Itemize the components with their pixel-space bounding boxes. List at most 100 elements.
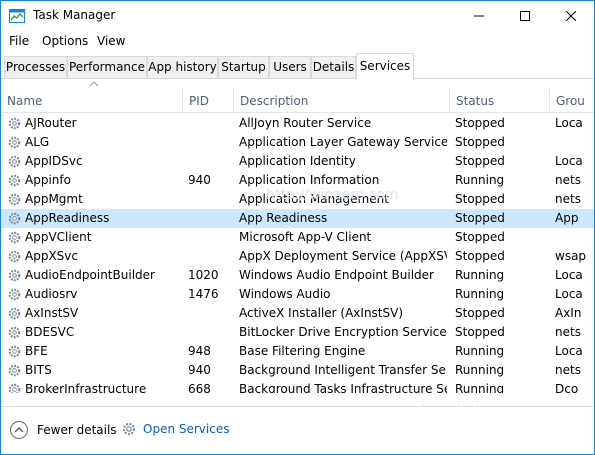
service-gear-icon — [8, 193, 21, 206]
table-row[interactable]: AppIDSvc Application Identity Stopped Loca — [1, 152, 594, 171]
service-gear-icon — [8, 269, 21, 282]
service-name: Audiosrv — [25, 287, 78, 301]
service-status: Stopped — [455, 192, 505, 206]
menu-options[interactable]: Options — [42, 34, 88, 48]
tab-users[interactable]: Users — [269, 56, 311, 79]
service-description: Base Filtering Engine — [239, 344, 366, 358]
table-row[interactable]: AJRouter AllJoyn Router Service Stopped Loc… — [1, 114, 594, 133]
table-row[interactable]: AxInstSV ActiveX Installer (AxInstSV) Stop… — [1, 304, 594, 323]
service-status: Stopped — [455, 116, 505, 130]
minimize-icon — [474, 15, 484, 17]
service-status: Stopped — [455, 306, 505, 320]
collapse-chevron-icon — [10, 421, 28, 439]
table-row[interactable]: ALG Application Layer Gateway Service Stop… — [1, 133, 594, 152]
service-status: Stopped — [455, 135, 505, 149]
service-status: Stopped — [455, 211, 505, 225]
service-gear-icon — [8, 212, 21, 225]
service-gear-icon — [8, 288, 21, 301]
service-gear-icon — [8, 174, 21, 187]
tab-services[interactable]: Services — [356, 53, 414, 80]
service-description: BitLocker Drive Encryption Service — [239, 325, 447, 339]
service-status: Running — [455, 287, 505, 301]
tab-processes[interactable]: Processes — [4, 56, 67, 79]
service-gear-icon — [8, 250, 21, 263]
tab-app-history[interactable]: App history — [147, 56, 218, 79]
minimize-button[interactable] — [456, 1, 502, 31]
service-name: AppReadiness — [25, 211, 110, 225]
service-pid — [188, 114, 232, 133]
tab-startup[interactable]: Startup — [218, 56, 269, 79]
service-status: Stopped — [455, 230, 505, 244]
service-group: Loca — [555, 154, 583, 168]
service-description: Windows Audio Endpoint Builder — [239, 268, 434, 282]
service-name: AppMgmt — [25, 192, 83, 206]
service-status: Running — [455, 173, 505, 187]
service-group: Loca — [555, 344, 583, 358]
menu-view[interactable]: View — [97, 34, 125, 48]
tab-performance[interactable]: Performance — [67, 56, 147, 79]
table-row[interactable]: AudioEndpointBuilder 1020 Windows Audio En… — [1, 266, 594, 285]
sort-ascending-icon — [89, 81, 99, 87]
service-status: Stopped — [455, 325, 505, 339]
table-row[interactable]: Audiosrv 1476 Windows Audio Running Loca — [1, 285, 594, 304]
column-description[interactable]: Description — [233, 89, 449, 113]
maximize-icon — [520, 11, 530, 21]
open-services-label: Open Services — [143, 422, 230, 436]
close-button[interactable] — [548, 1, 594, 31]
table-row[interactable]: BFE 948 Base Filtering Engine Running Loca — [1, 342, 594, 361]
window-title: Task Manager — [33, 8, 116, 22]
service-pid: 1476 — [188, 287, 219, 301]
service-description: Background Intelligent Transfer Servi... — [239, 363, 447, 377]
service-name: Appinfo — [25, 173, 71, 187]
service-gear-icon — [8, 117, 21, 130]
service-description: AppX Deployment Service (AppXSVC) — [239, 249, 447, 263]
column-group[interactable]: Grou — [549, 89, 594, 113]
column-pid[interactable]: PID — [182, 89, 233, 113]
service-pid — [188, 133, 232, 152]
service-gear-icon — [8, 155, 21, 168]
table-row[interactable]: AppXSvc AppX Deployment Service (AppXSVC)… — [1, 247, 594, 266]
service-pid: 948 — [188, 344, 211, 358]
services-gear-icon — [122, 422, 136, 436]
table-row[interactable]: BITS 940 Background Intelligent Transfer S… — [1, 361, 594, 380]
services-table: Name PID Description Status Grou AJRoute… — [1, 79, 594, 399]
service-description: Application Information — [239, 173, 380, 187]
service-description: Microsoft App-V Client — [239, 230, 372, 244]
column-name[interactable]: Name — [1, 89, 182, 113]
table-row[interactable]: AppReadiness App Readiness Stopped App — [1, 209, 594, 228]
service-name: BFE — [25, 344, 48, 358]
service-group: Loca — [555, 287, 583, 301]
service-name: AppVClient — [25, 230, 92, 244]
service-gear-icon — [8, 136, 21, 149]
table-row[interactable]: Appinfo 940 Application Information Running… — [1, 171, 594, 190]
menu-file[interactable]: File — [9, 34, 29, 48]
column-status[interactable]: Status — [449, 89, 549, 113]
service-status: Stopped — [455, 249, 505, 263]
service-group: nets — [555, 192, 581, 206]
fewer-details-label: Fewer details — [37, 423, 117, 437]
horizontal-scrollbar[interactable] — [1, 393, 594, 405]
service-status: Stopped — [455, 154, 505, 168]
service-gear-icon — [8, 307, 21, 320]
fewer-details-button[interactable]: Fewer details — [10, 421, 117, 439]
service-status: Running — [455, 344, 505, 358]
table-row[interactable]: AppMgmt Application Management Stopped nets — [1, 190, 594, 209]
service-name: AudioEndpointBuilder — [25, 268, 155, 282]
service-description: AllJoyn Router Service — [239, 116, 372, 130]
service-group — [555, 228, 594, 247]
table-row[interactable]: AppVClient Microsoft App-V Client Stopped — [1, 228, 594, 247]
menu-bar: File Options View — [1, 32, 594, 52]
service-group: wsap — [555, 249, 587, 263]
tab-details[interactable]: Details — [311, 56, 356, 79]
service-pid — [188, 209, 232, 228]
service-name: AxInstSV — [25, 306, 79, 320]
tab-strip: Processes Performance App history Startu… — [1, 53, 594, 80]
maximize-button[interactable] — [502, 1, 548, 31]
service-group — [555, 133, 594, 152]
service-status: Running — [455, 268, 505, 282]
title-bar[interactable]: Task Manager — [1, 1, 594, 31]
service-pid: 940 — [188, 363, 211, 377]
service-pid — [188, 190, 232, 209]
table-row[interactable]: BDESVC BitLocker Drive Encryption Service… — [1, 323, 594, 342]
open-services-link[interactable]: Open Services — [121, 421, 229, 437]
